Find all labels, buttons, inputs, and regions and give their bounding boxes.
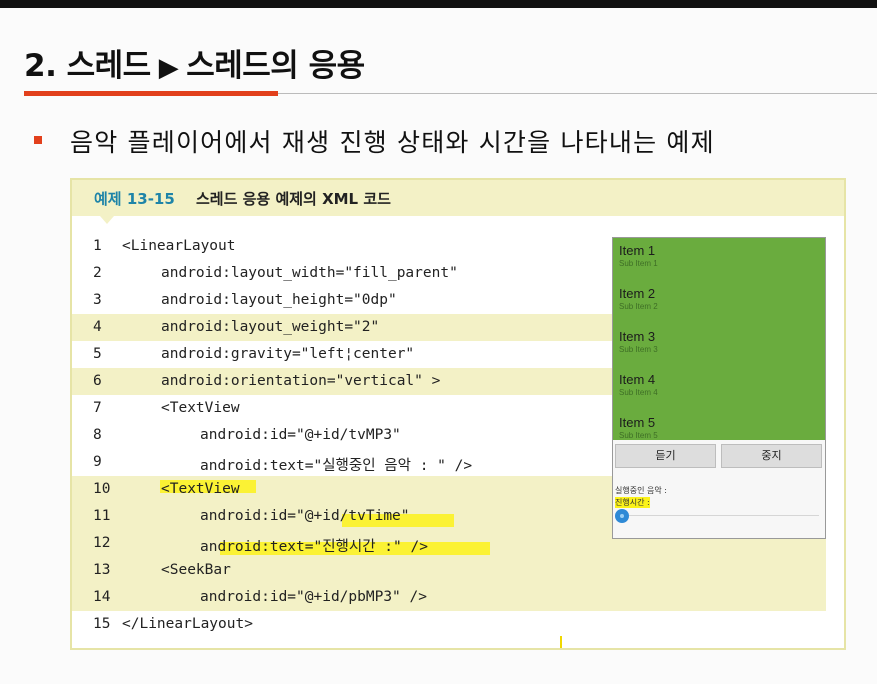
text-cursor <box>560 636 562 648</box>
code-line: 13 <SeekBar <box>72 557 826 584</box>
slide-title: 2. 스레드 ▶ 스레드의 응용 <box>24 40 365 88</box>
title-underline <box>278 93 877 94</box>
bullet-square-icon <box>34 136 42 144</box>
title-underline-accent <box>24 91 278 96</box>
seekbar-thumb[interactable] <box>615 509 629 523</box>
app-preview: Item 1 Sub Item 1 Item 2 Sub Item 2 Item… <box>612 237 826 539</box>
list-item[interactable]: Item 2 Sub Item 2 <box>619 286 658 311</box>
bullet-text: 음악 플레이어에서 재생 진행 상태와 시간을 나타내는 예제 <box>70 128 715 157</box>
header-notch <box>100 216 114 224</box>
listen-button[interactable]: 듣기 <box>615 444 716 468</box>
code-line: 14 android:id="@+id/pbMP3" /> <box>72 584 826 611</box>
music-list: Item 1 Sub Item 1 Item 2 Sub Item 2 Item… <box>613 238 825 440</box>
seekbar-track[interactable] <box>623 515 819 516</box>
list-item[interactable]: Item 1 Sub Item 1 <box>619 243 658 268</box>
top-bar <box>0 0 877 8</box>
title-main: 2. 스레드 <box>24 48 151 84</box>
example-header: 예제 13-15 스레드 응용 예제의 XML 코드 <box>72 180 844 216</box>
title-arrow-icon: ▶ <box>158 53 179 83</box>
title-sub: 스레드의 응용 <box>186 48 365 84</box>
list-item[interactable]: Item 5 Sub Item 5 <box>619 415 658 440</box>
code-line: 15 </LinearLayout> <box>93 616 253 632</box>
example-title: 스레드 응용 예제의 XML 코드 <box>196 190 391 208</box>
example-panel: 예제 13-15 스레드 응용 예제의 XML 코드 1 <LinearLayou… <box>70 178 846 650</box>
example-label: 예제 13-15 <box>94 190 175 208</box>
list-item[interactable]: Item 4 Sub Item 4 <box>619 372 658 397</box>
stop-button[interactable]: 중지 <box>721 444 822 468</box>
list-item[interactable]: Item 3 Sub Item 3 <box>619 329 658 354</box>
time-label: 진행시간 : <box>615 497 650 508</box>
music-label: 실행중인 음악 : <box>615 486 667 495</box>
